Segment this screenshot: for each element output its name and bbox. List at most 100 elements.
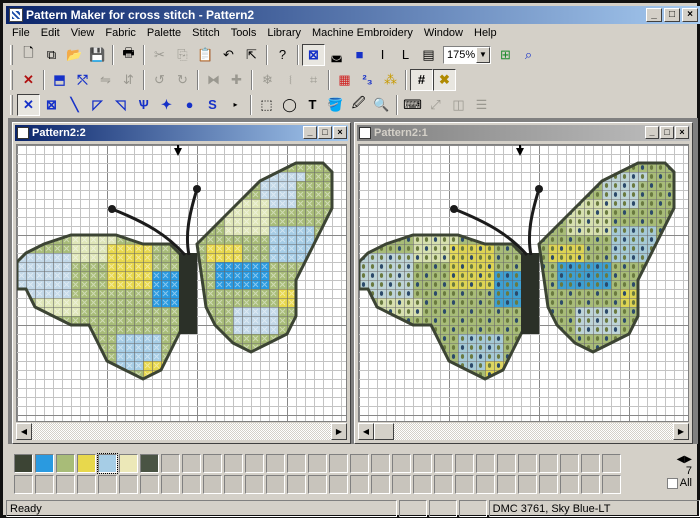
window-minimize-button[interactable]: _ — [303, 126, 317, 139]
rotate-left-icon[interactable]: ↺ — [148, 69, 171, 91]
grid-icon[interactable]: # — [410, 68, 433, 91]
pattern-window-titlebar[interactable]: Pattern2:1 _ □ × — [357, 125, 690, 141]
palette-swatch[interactable] — [56, 454, 75, 473]
palette-swatch[interactable] — [413, 475, 432, 494]
symbol-view-icon[interactable]: ◛ — [325, 44, 348, 66]
palette-swatch[interactable] — [329, 475, 348, 494]
horizontal-scrollbar[interactable]: ◀ ▶ — [16, 423, 347, 440]
color-picker-icon[interactable]: 🖉 — [347, 94, 370, 116]
magnifier-icon[interactable]: 🔍 — [370, 94, 393, 116]
document-icon[interactable]: ▤ — [417, 44, 440, 66]
palette-colors-icon[interactable]: ▦ — [333, 69, 356, 91]
palette-swatch[interactable] — [140, 475, 159, 494]
scroll-left-icon[interactable]: ◀ — [358, 423, 374, 440]
palette-swatch[interactable] — [476, 475, 495, 494]
window-restore-button[interactable]: □ — [318, 126, 332, 139]
restore-button[interactable]: □ — [664, 8, 680, 22]
cut-icon[interactable]: ✂ — [148, 44, 171, 66]
menu-help[interactable]: Help — [474, 27, 497, 39]
menu-tools[interactable]: Tools — [231, 27, 257, 39]
french-knot-icon[interactable]: ✦ — [155, 94, 178, 116]
color-count-icon[interactable]: ²₃ — [356, 69, 379, 91]
rectangle-select-icon[interactable]: ⬚ — [255, 94, 278, 116]
palette-swatch[interactable] — [581, 475, 600, 494]
palette-swatch[interactable] — [329, 454, 348, 473]
pattern-canvas[interactable] — [358, 144, 689, 422]
palette-swatch[interactable] — [602, 475, 621, 494]
rotate-right-icon[interactable]: ↻ — [171, 69, 194, 91]
insert-icon[interactable]: ⬒ — [48, 69, 71, 91]
color-block-view-icon[interactable]: ■ — [348, 44, 371, 66]
full-cross-icon[interactable]: ✕ — [17, 93, 40, 116]
palette-swatch[interactable] — [182, 454, 201, 473]
pattern-window-titlebar[interactable]: Pattern2:2 _ □ × — [15, 125, 348, 141]
menu-machine-embroidery[interactable]: Machine Embroidery — [312, 27, 413, 39]
menu-file[interactable]: File — [12, 27, 30, 39]
scroll-thumb[interactable] — [374, 423, 394, 440]
palette-swatch[interactable] — [350, 454, 369, 473]
palette-swatch[interactable] — [35, 454, 54, 473]
palette-swatch[interactable] — [560, 475, 579, 494]
palette-swatch[interactable] — [224, 454, 243, 473]
menu-edit[interactable]: Edit — [41, 27, 60, 39]
palette-swatch[interactable] — [539, 475, 558, 494]
palette-swatch[interactable] — [245, 475, 264, 494]
minimize-button[interactable]: _ — [646, 8, 662, 22]
special-stitch-icon[interactable]: S — [201, 94, 224, 116]
line-view-icon[interactable]: L — [394, 44, 417, 66]
window-close-button[interactable]: × — [675, 126, 689, 139]
zoom-fit-icon[interactable]: ⌕ — [517, 44, 540, 66]
palette-swatch[interactable] — [14, 475, 33, 494]
palette-swatch[interactable] — [455, 475, 474, 494]
copy-pattern-icon[interactable]: ⧉ — [40, 44, 63, 66]
delete-icon[interactable]: ✕ — [17, 69, 40, 91]
mirror-selection-icon[interactable]: ◫ — [447, 94, 470, 116]
undo-icon[interactable]: ↶ — [217, 44, 240, 66]
palette-swatch[interactable] — [119, 475, 138, 494]
replace-icon[interactable]: ⤲ — [71, 69, 94, 91]
fill-bucket-icon[interactable]: 🪣 — [324, 94, 347, 116]
palette-swatch[interactable] — [182, 475, 201, 494]
menu-fabric[interactable]: Fabric — [105, 27, 136, 39]
text-cursor-icon[interactable]: I — [371, 44, 394, 66]
palette-nav-arrows-icon[interactable]: ◀▶ — [666, 454, 692, 465]
palette-swatch[interactable] — [434, 454, 453, 473]
half-stitch-icon[interactable]: ╲ — [63, 94, 86, 116]
palette-swatch[interactable] — [97, 453, 118, 474]
flip-vertical-icon[interactable]: ⇵ — [117, 69, 140, 91]
quarter-stitch-icon[interactable]: ◸ — [86, 94, 109, 116]
zoom-select[interactable]: 175% ▼ — [443, 45, 491, 64]
palette-swatch[interactable] — [434, 475, 453, 494]
palette-swatch[interactable] — [497, 475, 516, 494]
layers-icon[interactable]: ☰ — [470, 94, 493, 116]
menu-window[interactable]: Window — [424, 27, 463, 39]
all-checkbox[interactable] — [666, 477, 678, 489]
palette-swatch[interactable] — [224, 475, 243, 494]
paste-icon[interactable]: 📋 — [194, 44, 217, 66]
palette-swatch[interactable] — [392, 454, 411, 473]
scroll-left-icon[interactable]: ◀ — [16, 423, 32, 440]
grid-fit-icon[interactable]: ⊞ — [494, 44, 517, 66]
align-icon[interactable]: ⧙ — [279, 69, 302, 91]
stitch-dropdown-icon[interactable]: ▸ — [224, 94, 247, 116]
palette-swatch[interactable] — [539, 454, 558, 473]
palette-swatch[interactable] — [77, 454, 96, 473]
palette-swatch[interactable] — [287, 475, 306, 494]
pattern-canvas[interactable] — [16, 144, 347, 422]
puzzle-icon[interactable]: ✚ — [225, 69, 248, 91]
open-folder-icon[interactable]: 📂 — [63, 44, 86, 66]
palette-swatch[interactable] — [413, 454, 432, 473]
chevron-down-icon[interactable]: ▼ — [476, 46, 490, 63]
palette-swatch[interactable] — [287, 454, 306, 473]
palette-swatch[interactable] — [266, 454, 285, 473]
save-icon[interactable]: 💾 — [86, 44, 109, 66]
text-tool-icon[interactable]: T — [301, 94, 324, 116]
mirror-icon[interactable]: ⧓ — [202, 69, 225, 91]
lasso-icon[interactable]: ◯ — [278, 94, 301, 116]
horizontal-scrollbar[interactable]: ◀ ▶ — [358, 423, 689, 440]
palette-swatch[interactable] — [497, 454, 516, 473]
pattern-window-right[interactable]: Pattern2:1 _ □ × ◀ ▶ — [354, 122, 693, 444]
palette-swatch[interactable] — [308, 454, 327, 473]
palette-swatch[interactable] — [77, 475, 96, 494]
cross-stitch-view-icon[interactable]: ⊠ — [302, 43, 325, 66]
